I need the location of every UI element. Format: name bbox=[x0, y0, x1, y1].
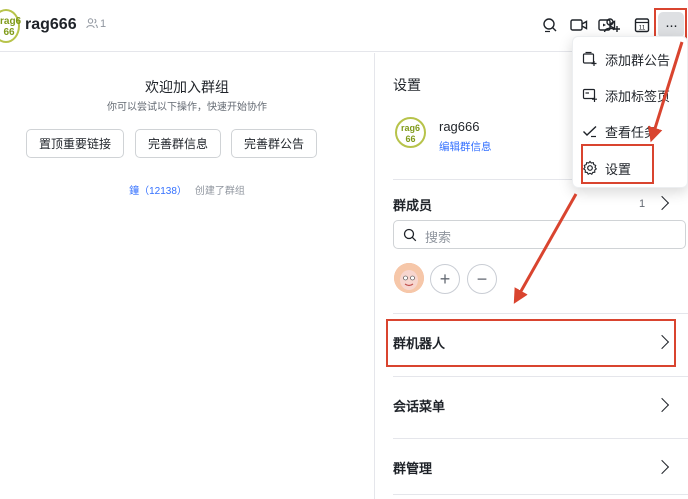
group-name[interactable]: rag666 bbox=[25, 16, 77, 34]
panel-title: 设置 bbox=[393, 77, 421, 93]
calendar-icon[interactable]: 11 bbox=[631, 14, 653, 36]
plus-icon: + bbox=[439, 268, 451, 289]
divider bbox=[393, 376, 688, 377]
menu-item-label: 添加群公告 bbox=[605, 52, 671, 68]
avatar-text-line: rag6 bbox=[0, 16, 22, 27]
announcement-icon bbox=[582, 51, 597, 66]
menu-item-label: 添加标签页 bbox=[605, 88, 671, 104]
system-message: 鐘（12138） 创建了群组 bbox=[0, 182, 374, 197]
edit-group-info-link[interactable]: 编辑群信息 bbox=[439, 139, 492, 154]
avatar-text-line: 66 bbox=[3, 27, 15, 38]
add-member-icon[interactable] bbox=[601, 14, 623, 36]
welcome-title: 欢迎加入群组 bbox=[145, 79, 229, 95]
calendar-digit: 11 bbox=[639, 25, 646, 32]
search-placeholder: 搜索 bbox=[425, 230, 452, 245]
divider bbox=[393, 438, 688, 439]
search-icon[interactable] bbox=[539, 14, 561, 36]
welcome-subtitle: 你可以尝试以下操作，快速开始协作 bbox=[107, 102, 267, 113]
member-search-input[interactable]: 搜索 bbox=[393, 220, 686, 249]
complete-info-button[interactable]: 完善群信息 bbox=[135, 129, 221, 158]
tab-add-icon bbox=[582, 88, 597, 102]
task-check-icon bbox=[583, 125, 597, 138]
menu-item-add-announcement[interactable]: 添加群公告 bbox=[573, 44, 688, 74]
chevron-right-icon[interactable] bbox=[654, 195, 670, 211]
chat-area: 欢迎加入群组 你可以尝试以下操作，快速开始协作 置顶重要链接 完善群信息 完善群… bbox=[0, 53, 374, 499]
menu-item-add-tab[interactable]: 添加标签页 bbox=[573, 80, 688, 110]
chevron-right-icon[interactable] bbox=[654, 459, 670, 475]
divider bbox=[393, 313, 688, 314]
remove-member-button[interactable]: − bbox=[467, 264, 497, 294]
group-avatar-large[interactable]: rag6 66 bbox=[395, 117, 426, 148]
creator-suffix: 创建了群组 bbox=[194, 186, 245, 197]
avatar-text-line: rag6 bbox=[400, 123, 420, 133]
divider bbox=[393, 494, 688, 495]
video-call-icon[interactable] bbox=[568, 14, 590, 36]
members-label: 群成员 bbox=[393, 198, 433, 213]
group-manage-label[interactable]: 群管理 bbox=[393, 458, 432, 477]
members-icon bbox=[86, 18, 98, 29]
pin-link-button[interactable]: 置顶重要链接 bbox=[26, 129, 124, 158]
app-window: rag6 66 rag666 1 11 ··· 欢迎加入群组 你可以尝试以下操作… bbox=[0, 0, 688, 499]
member-avatar[interactable] bbox=[394, 263, 424, 293]
search-icon bbox=[403, 228, 417, 242]
add-member-button[interactable]: + bbox=[430, 264, 460, 294]
chevron-right-icon[interactable] bbox=[654, 397, 670, 413]
member-count[interactable]: 1 bbox=[86, 18, 106, 30]
group-avatar[interactable]: rag6 66 bbox=[0, 9, 22, 43]
member-count-value: 1 bbox=[100, 18, 107, 30]
members-count: 1 bbox=[639, 198, 646, 210]
creator-name[interactable]: 鐘（12138） bbox=[129, 186, 187, 197]
minus-icon: − bbox=[476, 268, 488, 289]
avatar-text-line: 66 bbox=[405, 134, 416, 144]
complete-announcement-button[interactable]: 完善群公告 bbox=[231, 129, 317, 158]
menu-item-view-tasks[interactable]: 查看任务 bbox=[573, 116, 688, 146]
panel-group-name: rag666 bbox=[439, 119, 480, 134]
menu-item-label: 查看任务 bbox=[605, 124, 658, 140]
session-menu-label[interactable]: 会话菜单 bbox=[393, 396, 445, 415]
annotation-highlight-settings bbox=[581, 144, 654, 184]
avatar-illustration bbox=[394, 263, 424, 293]
annotation-highlight-bots bbox=[386, 319, 676, 367]
